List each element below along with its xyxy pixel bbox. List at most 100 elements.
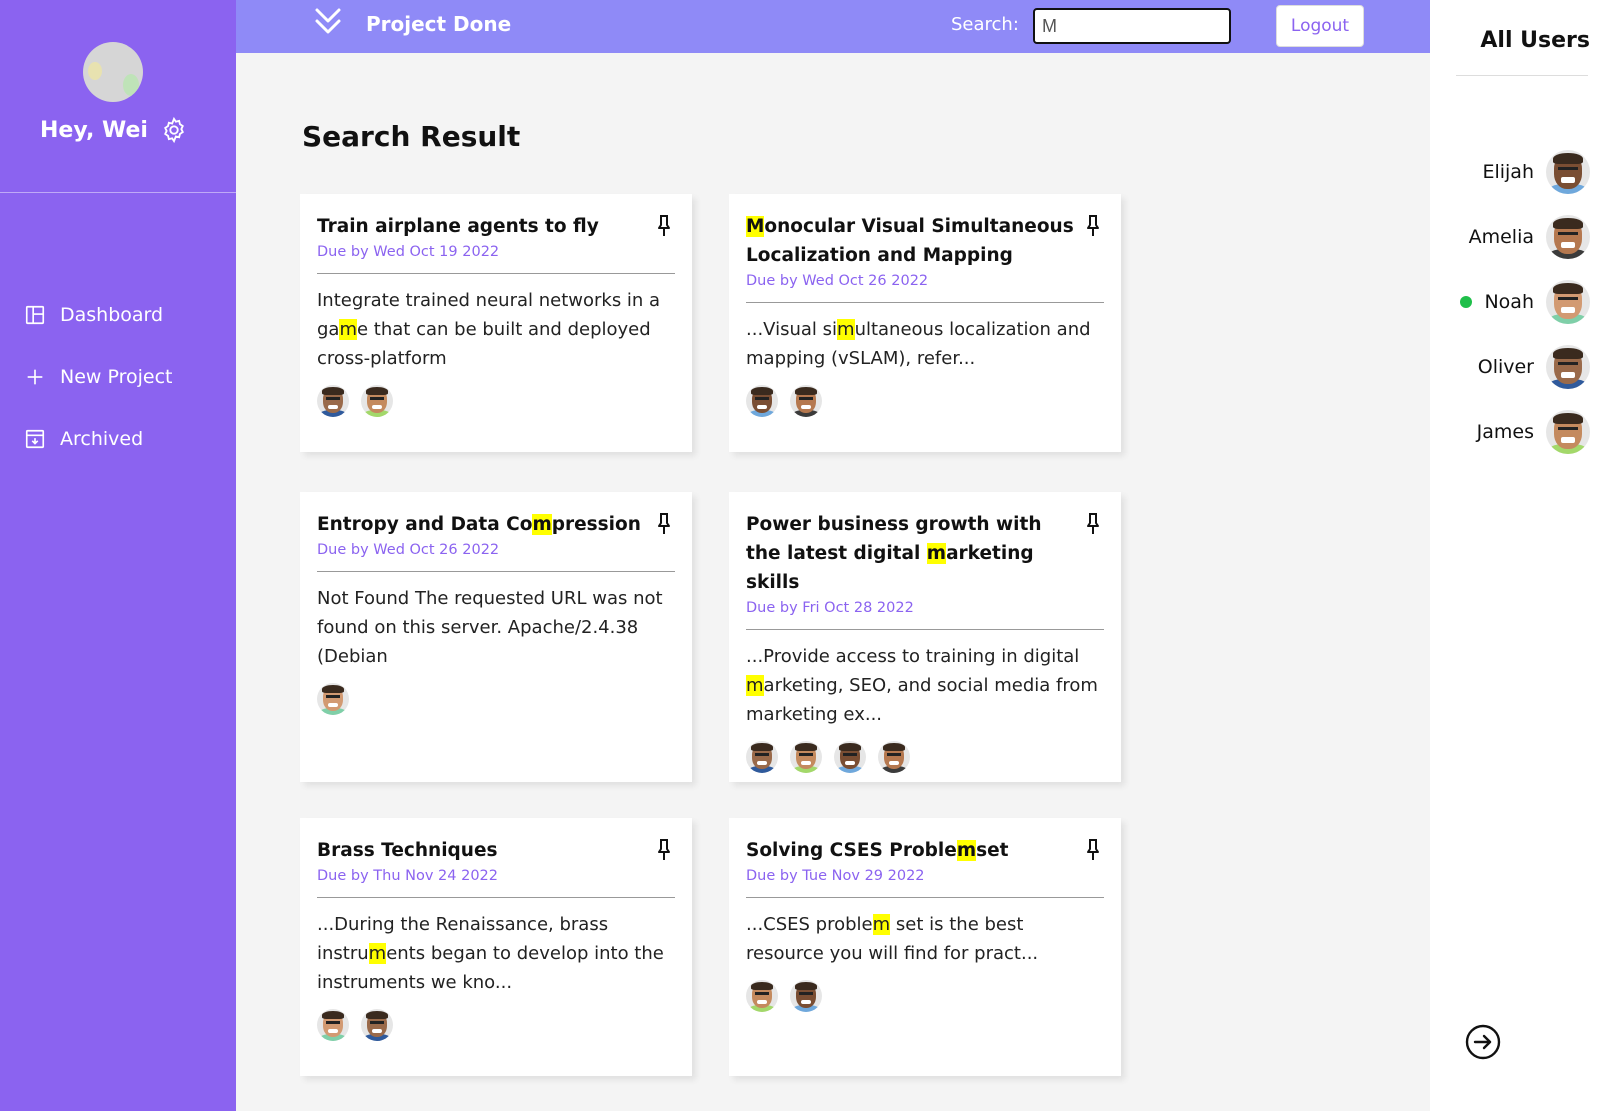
- card-title[interactable]: Train airplane agents to fly: [317, 212, 647, 241]
- sidebar-divider: [0, 192, 236, 193]
- card-title-text: Entropy and Data Co: [317, 514, 533, 535]
- user-item-oliver[interactable]: Oliver: [1478, 345, 1590, 389]
- online-status-dot: [1460, 296, 1473, 308]
- card-description-text: arketing, SEO, and social media from mar…: [746, 675, 1098, 725]
- sidebar: Hey, Wei Dashboard New Project Archived: [0, 0, 236, 1111]
- card-title[interactable]: Power business growth with the latest di…: [746, 510, 1076, 597]
- arrow-right-circle-icon[interactable]: [1464, 1023, 1502, 1061]
- card-title-text: Brass Techniques: [317, 840, 498, 861]
- avatar: [1546, 215, 1590, 259]
- page-title: Search Result: [302, 120, 521, 153]
- member-avatar[interactable]: [317, 1009, 349, 1041]
- user-item-james[interactable]: James: [1477, 410, 1590, 454]
- sidebar-item-dashboard[interactable]: Dashboard: [24, 284, 173, 346]
- card-title[interactable]: Brass Techniques: [317, 836, 647, 865]
- member-avatar[interactable]: [790, 741, 822, 773]
- member-avatar[interactable]: [746, 741, 778, 773]
- project-card[interactable]: Solving CSES Problemset Due by Tue Nov 29…: [729, 818, 1121, 1076]
- card-title-text: Train airplane agents to fly: [317, 216, 599, 237]
- member-avatar[interactable]: [746, 385, 778, 417]
- search-match-highlight: m: [956, 840, 977, 861]
- pin-icon[interactable]: [1085, 214, 1101, 238]
- card-title[interactable]: Entropy and Data Compression: [317, 510, 647, 539]
- greeting: Hey, Wei: [40, 116, 188, 144]
- user-name: Oliver: [1477, 356, 1534, 378]
- user-name: Elijah: [1482, 161, 1534, 183]
- card-description-text: ...Provide access to training in digital: [746, 646, 1080, 667]
- card-description-text: e that can be built and deployed cross-p…: [317, 319, 651, 369]
- card-title-text: set: [976, 840, 1009, 861]
- user-avatar[interactable]: [83, 42, 143, 102]
- card-divider: [317, 897, 675, 898]
- pin-icon[interactable]: [656, 512, 672, 536]
- plus-icon: [27, 369, 43, 385]
- pin-icon[interactable]: [656, 214, 672, 238]
- pin-icon[interactable]: [1085, 838, 1101, 862]
- dashboard-icon: [25, 305, 45, 325]
- user-item-elijah[interactable]: Elijah: [1482, 150, 1590, 194]
- card-members: [746, 741, 1104, 773]
- users-panel: All Users Elijah Amelia Noah Oliver James: [1430, 0, 1604, 1111]
- card-members: [317, 683, 675, 715]
- search-label: Search:: [951, 14, 1019, 35]
- card-members: [317, 385, 675, 417]
- archive-icon: [25, 429, 45, 449]
- project-card[interactable]: Entropy and Data Compression Due by Wed O…: [300, 492, 692, 782]
- card-divider: [746, 897, 1104, 898]
- user-item-amelia[interactable]: Amelia: [1469, 215, 1590, 259]
- card-title[interactable]: Solving CSES Problemset: [746, 836, 1076, 865]
- card-description-text: Not Found The requested URL was not foun…: [317, 588, 663, 667]
- member-avatar[interactable]: [317, 683, 349, 715]
- pin-icon[interactable]: [656, 838, 672, 862]
- logout-button[interactable]: Logout: [1276, 5, 1364, 47]
- avatar: [1546, 150, 1590, 194]
- card-due-date: Due by Wed Oct 26 2022: [746, 273, 929, 289]
- avatar: [1546, 280, 1590, 324]
- sidebar-item-new-project[interactable]: New Project: [24, 346, 173, 408]
- sidebar-item-label: New Project: [60, 366, 173, 388]
- member-avatar[interactable]: [361, 1009, 393, 1041]
- greeting-text: Hey, Wei: [40, 117, 148, 143]
- member-avatar[interactable]: [361, 385, 393, 417]
- double-chevron-down-icon: [315, 8, 341, 34]
- card-members: [746, 385, 1104, 417]
- card-description: ...During the Renaissance, brass instrum…: [317, 910, 675, 997]
- member-avatar[interactable]: [746, 980, 778, 1012]
- search-input[interactable]: [1033, 8, 1231, 44]
- users-title: All Users: [1480, 28, 1590, 53]
- sidebar-nav: Dashboard New Project Archived: [24, 284, 173, 470]
- search-match-highlight: m: [339, 319, 358, 340]
- member-avatar[interactable]: [878, 741, 910, 773]
- card-description: Not Found The requested URL was not foun…: [317, 584, 675, 671]
- search-match-highlight: m: [926, 543, 947, 564]
- sidebar-item-archived[interactable]: Archived: [24, 408, 173, 470]
- card-due-date: Due by Tue Nov 29 2022: [746, 868, 925, 884]
- card-divider: [317, 571, 675, 572]
- users-divider: [1456, 75, 1588, 76]
- project-card[interactable]: Train airplane agents to fly Due by Wed O…: [300, 194, 692, 452]
- sidebar-item-label: Dashboard: [60, 304, 164, 326]
- top-bar: Project Done Search: Logout: [236, 0, 1430, 53]
- card-members: [317, 1009, 675, 1041]
- project-card[interactable]: Power business growth with the latest di…: [729, 492, 1121, 782]
- project-card[interactable]: Brass Techniques Due by Thu Nov 24 2022..…: [300, 818, 692, 1076]
- search-match-highlight: m: [532, 514, 552, 535]
- card-divider: [746, 629, 1104, 630]
- project-card[interactable]: Monocular Visual Simultaneous Localizati…: [729, 194, 1121, 452]
- gear-icon[interactable]: [160, 116, 188, 144]
- search-match-highlight: m: [368, 943, 387, 964]
- card-title[interactable]: Monocular Visual Simultaneous Localizati…: [746, 212, 1076, 270]
- member-avatar[interactable]: [834, 741, 866, 773]
- member-avatar[interactable]: [790, 980, 822, 1012]
- pin-icon[interactable]: [1085, 512, 1101, 536]
- search-match-highlight: m: [837, 319, 855, 340]
- card-members: [746, 980, 1104, 1012]
- member-avatar[interactable]: [317, 385, 349, 417]
- brand-title[interactable]: Project Done: [366, 12, 511, 36]
- user-name: Amelia: [1468, 226, 1534, 248]
- member-avatar[interactable]: [790, 385, 822, 417]
- card-due-date: Due by Fri Oct 28 2022: [746, 600, 914, 616]
- user-item-noah[interactable]: Noah: [1460, 280, 1590, 324]
- card-description-text: ...Visual si: [746, 319, 838, 340]
- search-match-highlight: m: [746, 675, 764, 696]
